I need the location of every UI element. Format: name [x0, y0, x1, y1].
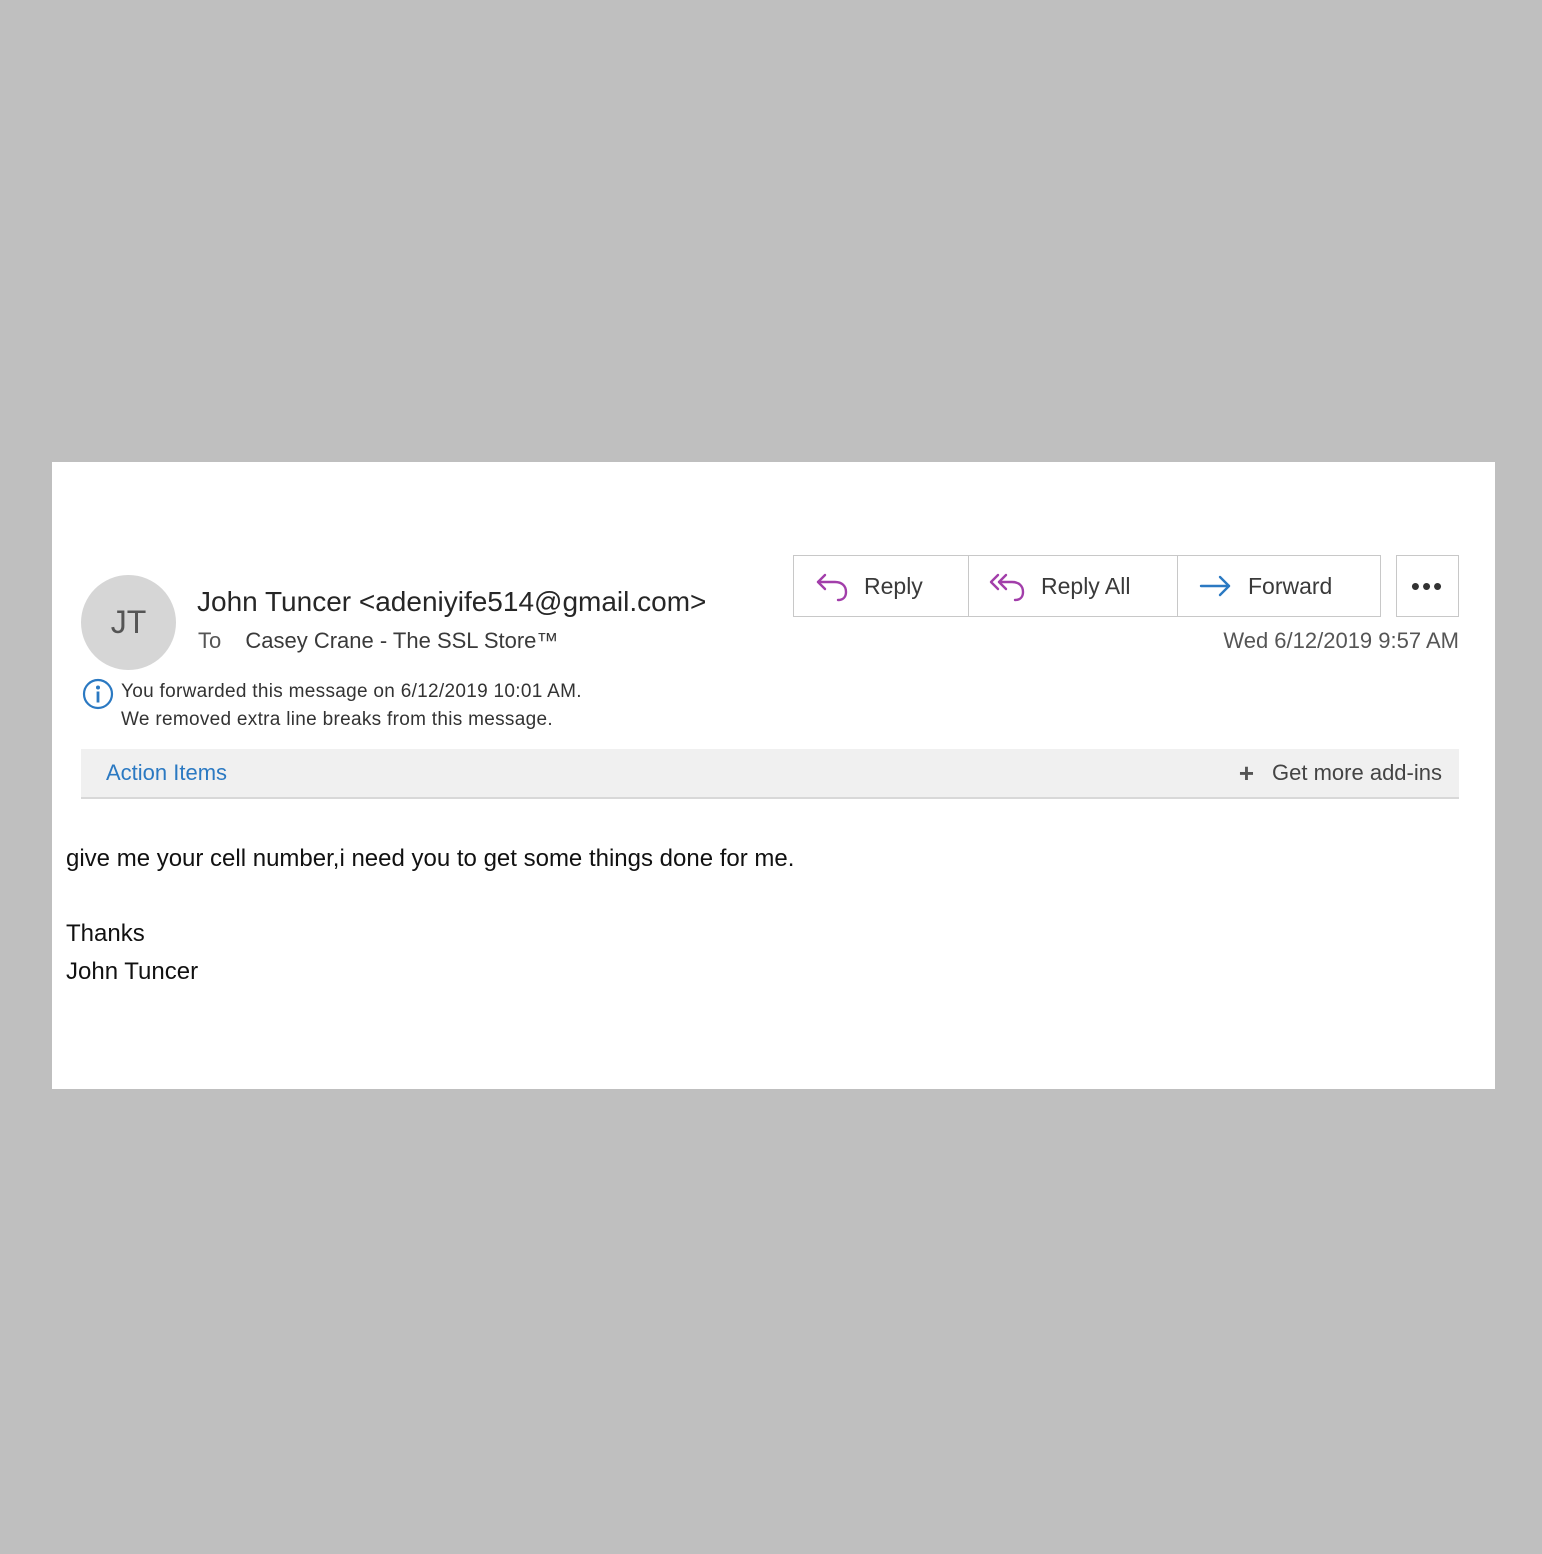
message-actions: Reply Reply All Forward: [793, 555, 1381, 617]
sender-name[interactable]: John Tuncer <adeniyife514@gmail.com>: [197, 586, 706, 618]
body-signature: John Tuncer: [66, 958, 199, 985]
reply-all-button[interactable]: Reply All: [969, 555, 1178, 617]
reply-button[interactable]: Reply: [793, 555, 969, 617]
reply-label: Reply: [864, 572, 923, 599]
info-line-breaks[interactable]: We removed extra line breaks from this m…: [121, 706, 582, 734]
info-icon: [82, 678, 116, 721]
recipient-name[interactable]: Casey Crane - The SSL Store™: [245, 628, 558, 653]
get-more-addins-button[interactable]: + Get more add-ins: [1239, 760, 1442, 786]
plus-icon: +: [1238, 758, 1255, 788]
avatar[interactable]: JT: [81, 575, 176, 670]
message-body: give me your cell number,i need you to g…: [66, 840, 794, 991]
forward-icon: [1198, 571, 1234, 601]
forward-label: Forward: [1248, 572, 1333, 599]
addin-bar: Action Items + Get more add-ins: [81, 749, 1459, 799]
body-line: Thanks: [66, 920, 145, 947]
reply-icon: [814, 569, 850, 603]
to-label: To: [198, 628, 222, 653]
more-icon: •••: [1410, 570, 1445, 601]
message-panel: JT John Tuncer <adeniyife514@gmail.com> …: [52, 462, 1495, 1089]
get-more-addins-label: Get more add-ins: [1272, 760, 1442, 785]
reply-all-label: Reply All: [1041, 572, 1131, 599]
recipient-line: To Casey Crane - The SSL Store™: [198, 628, 558, 654]
received-date: Wed 6/12/2019 9:57 AM: [1223, 628, 1459, 653]
reply-all-icon: [989, 569, 1027, 603]
info-forwarded: You forwarded this message on 6/12/2019 …: [121, 681, 582, 702]
action-items-link[interactable]: Action Items: [106, 760, 227, 786]
body-line: give me your cell number,i need you to g…: [66, 845, 795, 872]
forward-button[interactable]: Forward: [1178, 555, 1381, 617]
info-bar: You forwarded this message on 6/12/2019 …: [82, 678, 582, 734]
more-actions-button[interactable]: •••: [1396, 555, 1459, 617]
